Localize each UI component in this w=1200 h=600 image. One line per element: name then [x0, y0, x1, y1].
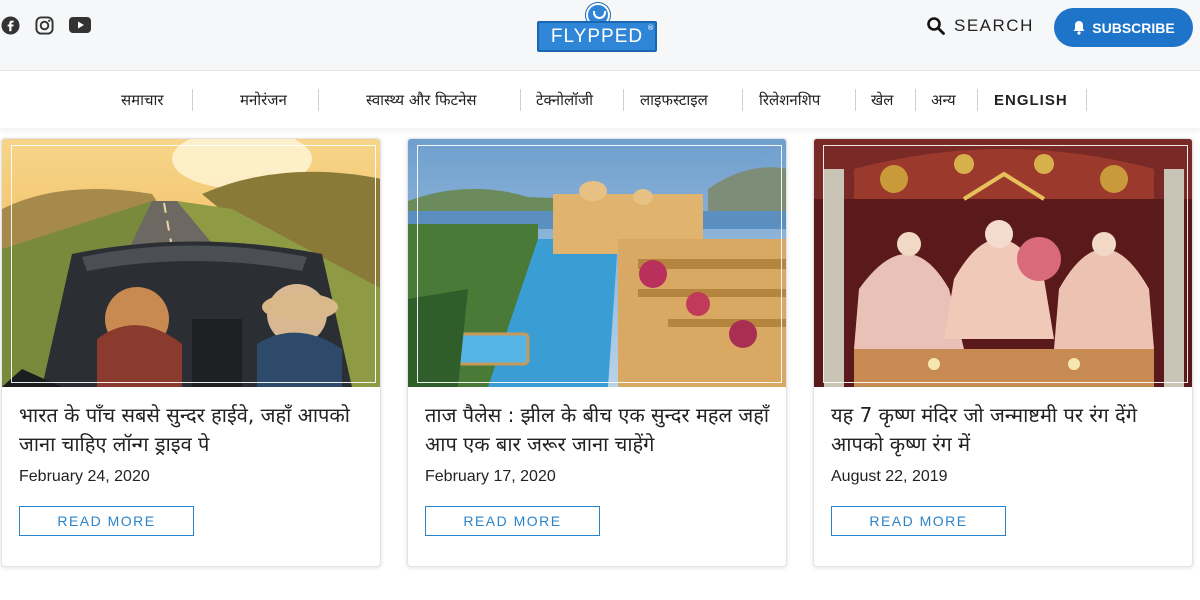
- nav-item-health-fitness[interactable]: स्वास्थ्य और फिटनेस: [366, 88, 477, 112]
- nav-item-manoranjan[interactable]: मनोरंजन: [240, 88, 287, 112]
- article-date: August 22, 2019: [831, 468, 948, 485]
- nav-separator: [915, 89, 916, 111]
- nav-item-other[interactable]: अन्य: [931, 88, 956, 112]
- article-date: February 17, 2020: [425, 468, 556, 485]
- nav-separator: [623, 89, 624, 111]
- search-label: SEARCH: [954, 16, 1034, 35]
- site-header: FLYPPED ® SEARCH SUBSCRIBE: [0, 0, 1200, 71]
- nav-item-samachar[interactable]: समाचार: [121, 88, 164, 112]
- nav-item-english[interactable]: ENGLISH: [994, 88, 1068, 112]
- article-image-road-trip[interactable]: [2, 139, 380, 387]
- youtube-icon[interactable]: [68, 15, 92, 35]
- nav-separator: [742, 89, 743, 111]
- bell-icon: [1073, 21, 1085, 35]
- subscribe-label: SUBSCRIBE: [1092, 19, 1175, 36]
- article-card[interactable]: ताज पैलेस : झील के बीच एक सुन्दर महल जहा…: [407, 138, 787, 567]
- logo-registered-mark: ®: [647, 24, 654, 32]
- facebook-icon[interactable]: [0, 15, 20, 35]
- article-card[interactable]: यह 7 कृष्ण मंदिर जो जन्माष्टमी पर रंग दे…: [813, 138, 1193, 567]
- article-image-taj-lake-palace[interactable]: [408, 139, 786, 387]
- nav-separator: [192, 89, 193, 111]
- nav-separator: [1086, 89, 1087, 111]
- read-more-button[interactable]: READ MORE: [19, 506, 194, 536]
- nav-separator: [520, 89, 521, 111]
- social-links: [0, 15, 92, 35]
- site-logo[interactable]: FLYPPED ®: [537, 3, 657, 53]
- article-title[interactable]: ताज पैलेस : झील के बीच एक सुन्दर महल जहा…: [425, 401, 775, 459]
- article-title[interactable]: यह 7 कृष्ण मंदिर जो जन्माष्टमी पर रंग दे…: [831, 401, 1181, 459]
- search-icon: [927, 17, 945, 35]
- search-button[interactable]: SEARCH: [927, 16, 1034, 36]
- instagram-icon[interactable]: [34, 15, 54, 35]
- read-more-button[interactable]: READ MORE: [831, 506, 1006, 536]
- nav-item-sports[interactable]: खेल: [871, 88, 893, 112]
- category-nav: समाचार मनोरंजन स्वास्थ्य और फिटनेस टेक्न…: [0, 72, 1200, 128]
- article-title[interactable]: भारत के पाँच सबसे सुन्दर हाईवे, जहाँ आपक…: [19, 401, 369, 459]
- read-more-button[interactable]: READ MORE: [425, 506, 600, 536]
- nav-separator: [318, 89, 319, 111]
- nav-item-technology[interactable]: टेक्नोलॉजी: [536, 88, 593, 112]
- article-card[interactable]: भारत के पाँच सबसे सुन्दर हाईवे, जहाँ आपक…: [1, 138, 381, 567]
- nav-separator: [855, 89, 856, 111]
- nav-item-relationship[interactable]: रिलेशनशिप: [759, 88, 820, 112]
- article-image-krishna-temple[interactable]: [814, 139, 1192, 387]
- subscribe-button[interactable]: SUBSCRIBE: [1054, 8, 1193, 47]
- article-date: February 24, 2020: [19, 468, 150, 485]
- nav-item-lifestyle[interactable]: लाइफस्टाइल: [640, 88, 708, 112]
- logo-wordmark: FLYPPED: [537, 21, 657, 52]
- nav-separator: [977, 89, 978, 111]
